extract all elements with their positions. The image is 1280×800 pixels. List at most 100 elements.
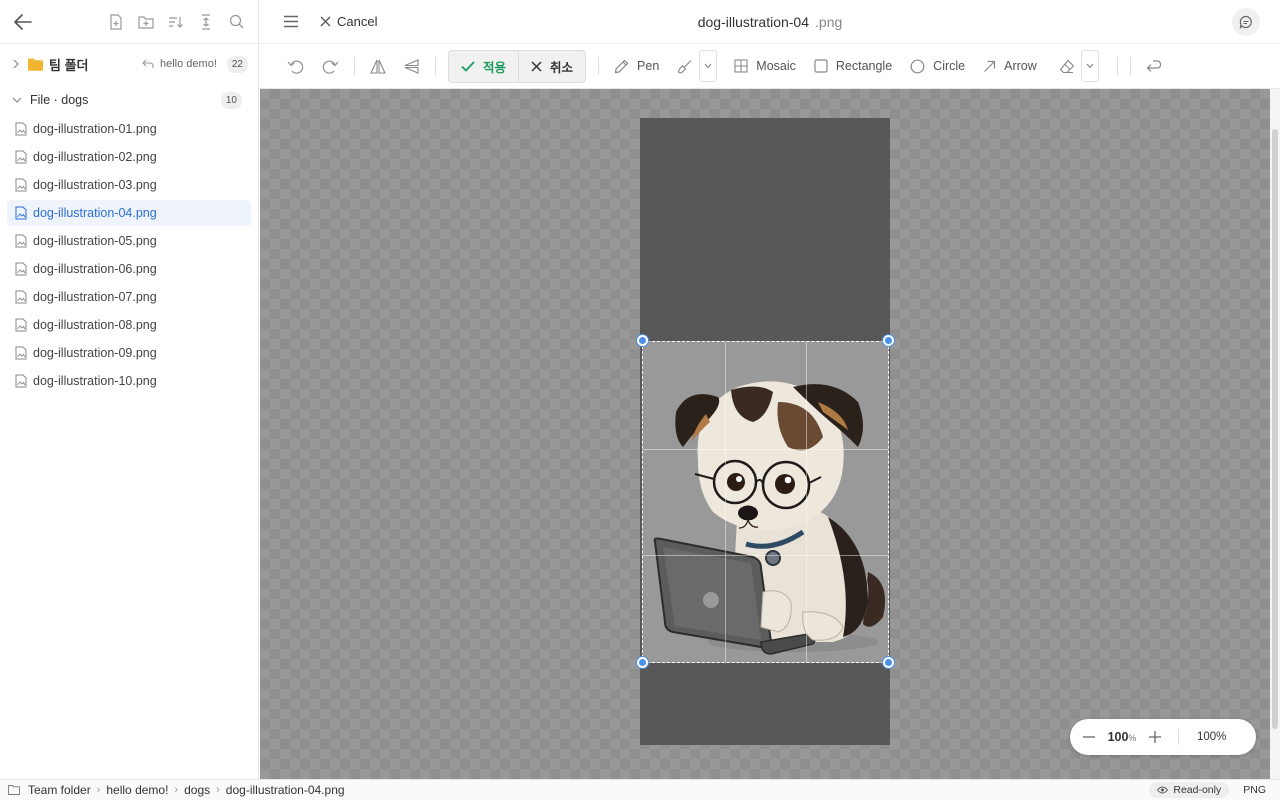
team-folder-row[interactable]: 팀 폴더 hello demo! 22 (0, 44, 258, 84)
flip-vertical-icon (404, 58, 419, 74)
crop-grid-line (724, 342, 726, 662)
image-edit-toolbar: 적용 취소 Pen Mosaic Rectangle Circle Arrow (260, 44, 1280, 89)
breadcrumb-item[interactable]: hello demo! (106, 783, 168, 797)
crop-grid-line (806, 342, 808, 662)
return-button[interactable] (1137, 50, 1171, 82)
file-name: dog-illustration-03.png (33, 178, 157, 192)
file-list: dog-illustration-01.png dog-illustration… (0, 116, 258, 394)
image-file-icon (15, 262, 27, 276)
crop-handle-bottom-left[interactable] (637, 657, 648, 668)
brush-options-dropdown[interactable] (699, 50, 718, 82)
file-item[interactable]: dog-illustration-01.png (7, 116, 251, 142)
crop-action-group: 적용 취소 (448, 49, 587, 83)
breadcrumb-separator-icon: › (174, 784, 179, 796)
breadcrumb-item[interactable]: dogs (184, 783, 210, 797)
file-format-label: PNG (1243, 784, 1266, 796)
plus-icon (1149, 731, 1161, 743)
zoom-reset-button[interactable]: 100% (1197, 731, 1226, 743)
brush-icon (678, 59, 692, 73)
file-name: dog-illustration-06.png (33, 262, 157, 276)
sidebar: 팀 폴더 hello demo! 22 File · dogs 10 dog-i… (0, 0, 259, 779)
comment-button[interactable] (1232, 7, 1260, 36)
crop-selection[interactable] (642, 341, 889, 663)
eraser-options-dropdown[interactable] (1080, 50, 1099, 82)
cancel-button[interactable]: Cancel (320, 14, 377, 29)
back-arrow-icon[interactable] (12, 11, 34, 33)
flip-vertical-button[interactable] (395, 50, 429, 82)
collapse-icon[interactable] (196, 12, 216, 32)
zoom-out-button[interactable] (1080, 728, 1098, 746)
undo-small-icon (142, 59, 154, 68)
cancel-label: Cancel (337, 14, 378, 29)
breadcrumb-item[interactable]: dog-illustration-04.png (226, 783, 345, 797)
brush-tool-button[interactable] (668, 50, 697, 82)
crop-grid-line (643, 555, 888, 557)
close-icon (531, 60, 542, 72)
zoom-in-button[interactable] (1146, 728, 1164, 746)
arrow-label: Arrow (1004, 59, 1037, 73)
crop-handle-bottom-right[interactable] (883, 657, 894, 668)
eraser-tool-button[interactable] (1050, 50, 1079, 82)
files-section-header[interactable]: File · dogs 10 (0, 84, 258, 116)
file-extension: .png (815, 13, 843, 30)
vertical-scrollbar[interactable] (1270, 89, 1280, 779)
sort-icon[interactable] (166, 12, 186, 32)
redo-button[interactable] (313, 50, 348, 82)
cancel-crop-button[interactable]: 취소 (518, 50, 585, 82)
image-file-icon (15, 290, 27, 304)
file-item-selected[interactable]: dog-illustration-04.png (7, 200, 251, 226)
mosaic-tool-button[interactable]: Mosaic (725, 50, 805, 82)
team-folder-count-badge: 22 (226, 55, 248, 73)
toolbar-divider (1129, 57, 1131, 75)
circle-tool-button[interactable]: Circle (901, 50, 974, 82)
zoom-unit: % (1128, 733, 1137, 743)
file-item[interactable]: dog-illustration-07.png (7, 284, 251, 310)
crop-handle-top-left[interactable] (637, 335, 648, 346)
apply-crop-button[interactable]: 적용 (449, 51, 518, 82)
minus-icon (1083, 736, 1095, 738)
file-item[interactable]: dog-illustration-03.png (7, 172, 251, 198)
files-section-label: File · dogs (30, 93, 89, 107)
search-icon[interactable] (226, 12, 246, 32)
new-folder-icon[interactable] (136, 12, 156, 32)
toolbar-divider (598, 57, 600, 75)
circle-icon (910, 59, 925, 73)
new-file-icon[interactable] (106, 12, 126, 32)
image-file-icon (15, 346, 27, 360)
rectangle-label: Rectangle (835, 59, 893, 73)
file-name: dog-illustration-07.png (33, 290, 157, 304)
file-item[interactable]: dog-illustration-05.png (7, 228, 251, 254)
hamburger-menu-icon[interactable] (280, 11, 302, 33)
rectangle-tool-button[interactable]: Rectangle (805, 50, 901, 82)
arrow-tool-button[interactable]: Arrow (974, 50, 1046, 82)
team-folder-name: 팀 폴더 (49, 57, 89, 73)
file-item[interactable]: dog-illustration-02.png (7, 144, 251, 170)
file-item[interactable]: dog-illustration-08.png (7, 312, 251, 338)
files-section-count-badge: 10 (220, 91, 242, 109)
chevron-down-icon[interactable] (12, 96, 22, 104)
zoom-level: 100% (1098, 730, 1146, 744)
team-folder-subtitle: hello demo! (160, 58, 217, 70)
chevron-right-icon[interactable] (12, 59, 20, 69)
breadcrumb-item[interactable]: Team folder (28, 783, 91, 797)
breadcrumb: Team folder › hello demo! › dogs › dog-i… (8, 783, 345, 797)
flip-horizontal-button[interactable] (361, 50, 395, 82)
file-item[interactable]: dog-illustration-09.png (7, 340, 251, 366)
scrollbar-thumb[interactable] (1272, 129, 1278, 729)
undo-button[interactable] (278, 50, 313, 82)
image-canvas[interactable] (260, 89, 1270, 779)
circle-label: Circle (933, 59, 966, 73)
editor-header: Cancel dog-illustration-04 .png (260, 0, 1280, 44)
redo-icon (322, 60, 339, 74)
crop-grid-line (643, 448, 888, 450)
pen-tool-button[interactable]: Pen (605, 50, 668, 82)
image-file-icon (15, 122, 27, 136)
file-item[interactable]: dog-illustration-06.png (7, 256, 251, 282)
return-icon (1146, 60, 1161, 72)
mosaic-icon (734, 59, 748, 73)
image-file-icon (15, 150, 27, 164)
cancel-crop-label: 취소 (550, 60, 574, 75)
crop-handle-top-right[interactable] (883, 335, 894, 346)
breadcrumb-separator-icon: › (96, 784, 101, 796)
file-item[interactable]: dog-illustration-10.png (7, 368, 251, 394)
